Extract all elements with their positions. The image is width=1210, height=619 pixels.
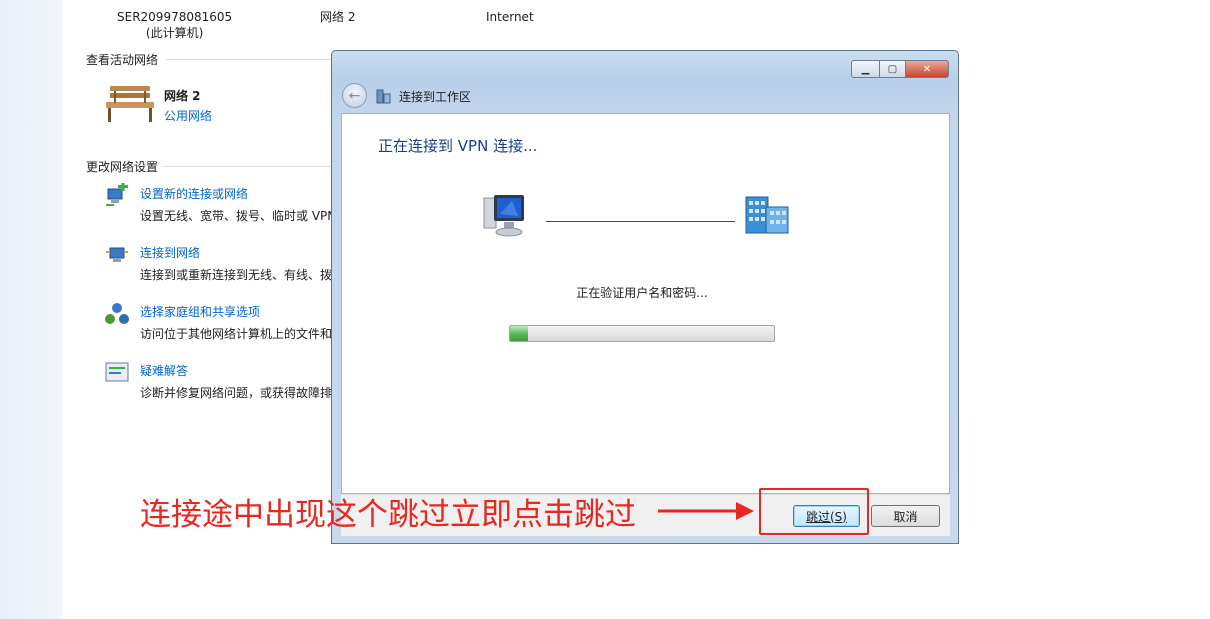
task-troubleshoot[interactable]: 疑难解答 诊断并修复网络问题，或获得故障排 bbox=[104, 360, 344, 402]
progress-bar bbox=[509, 325, 775, 342]
back-arrow-icon[interactable]: ← bbox=[342, 83, 367, 108]
change-settings-header: 更改网络设置 bbox=[86, 160, 159, 174]
computer-icon bbox=[483, 195, 524, 237]
task-connect-network[interactable]: 连接到网络 连接到或重新连接到无线、有线、拨 bbox=[104, 242, 344, 284]
network-node-label: 网络 2 bbox=[320, 10, 356, 24]
workplace-building-icon bbox=[376, 89, 391, 104]
connect-workplace-dialog: ▁ ▢ ✕ ← 连接到工作区 正在连接到 VPN 连接... 正在验证用户名和密… bbox=[331, 50, 959, 544]
active-network: 网络 2 公用网络 bbox=[104, 82, 334, 128]
status-text: 正在验证用户名和密码... bbox=[576, 286, 708, 300]
section-divider bbox=[162, 166, 332, 167]
progress-fill bbox=[510, 326, 529, 341]
homegroup-icon bbox=[105, 303, 129, 324]
connection-line bbox=[546, 221, 735, 222]
window-controls: ▁ ▢ ✕ bbox=[851, 60, 949, 78]
task-description: 诊断并修复网络问题，或获得故障排 bbox=[140, 386, 333, 400]
cancel-button[interactable]: 取消 bbox=[871, 505, 940, 527]
minimize-button[interactable]: ▁ bbox=[851, 60, 880, 78]
dialog-title: 连接到工作区 bbox=[399, 90, 472, 104]
network-type-link[interactable]: 公用网络 bbox=[164, 107, 212, 124]
left-background-strip bbox=[0, 0, 63, 619]
task-description: 连接到或重新连接到无线、有线、拨 bbox=[140, 268, 333, 282]
red-arrow-icon bbox=[658, 502, 754, 520]
network-map: SER209978081605 (此计算机) 网络 2 Internet bbox=[0, 9, 600, 41]
computer-name: SER209978081605 bbox=[117, 10, 233, 24]
task-description: 设置无线、宽带、拨号、临时或 VPN bbox=[140, 209, 337, 223]
computer-note: (此计算机) bbox=[145, 26, 204, 40]
highlight-box bbox=[759, 488, 869, 535]
active-networks-header: 查看活动网络 bbox=[86, 53, 159, 67]
active-network-name: 网络 2 bbox=[164, 89, 201, 103]
task-homegroup[interactable]: 选择家庭组和共享选项 访问位于其他网络计算机上的文件和 bbox=[104, 301, 344, 343]
annotation-text: 连接途中出现这个跳过立即点击跳过 bbox=[140, 497, 636, 533]
dialog-heading: 正在连接到 VPN 连接... bbox=[378, 137, 538, 155]
task-new-connection[interactable]: 设置新的连接或网络 设置无线、宽带、拨号、临时或 VPN bbox=[104, 183, 344, 225]
task-label[interactable]: 设置新的连接或网络 bbox=[140, 185, 248, 202]
task-label[interactable]: 连接到网络 bbox=[140, 244, 200, 261]
task-label[interactable]: 选择家庭组和共享选项 bbox=[140, 303, 260, 320]
bench-icon bbox=[106, 86, 154, 122]
maximize-button[interactable]: ▢ bbox=[880, 60, 906, 78]
task-label[interactable]: 疑难解答 bbox=[140, 362, 188, 379]
new-connection-icon bbox=[106, 183, 128, 206]
task-description: 访问位于其他网络计算机上的文件和 bbox=[140, 327, 333, 341]
connect-network-icon bbox=[106, 247, 128, 262]
close-button[interactable]: ✕ bbox=[906, 60, 949, 78]
computer-node: SER209978081605 (此计算机) bbox=[117, 9, 232, 41]
section-divider bbox=[166, 59, 332, 60]
workplace-network-icon bbox=[745, 196, 789, 234]
dialog-content: 正在连接到 VPN 连接... 正在验证用户名和密码... bbox=[341, 113, 950, 494]
troubleshoot-icon bbox=[105, 362, 129, 382]
internet-node-label: Internet bbox=[486, 10, 534, 24]
